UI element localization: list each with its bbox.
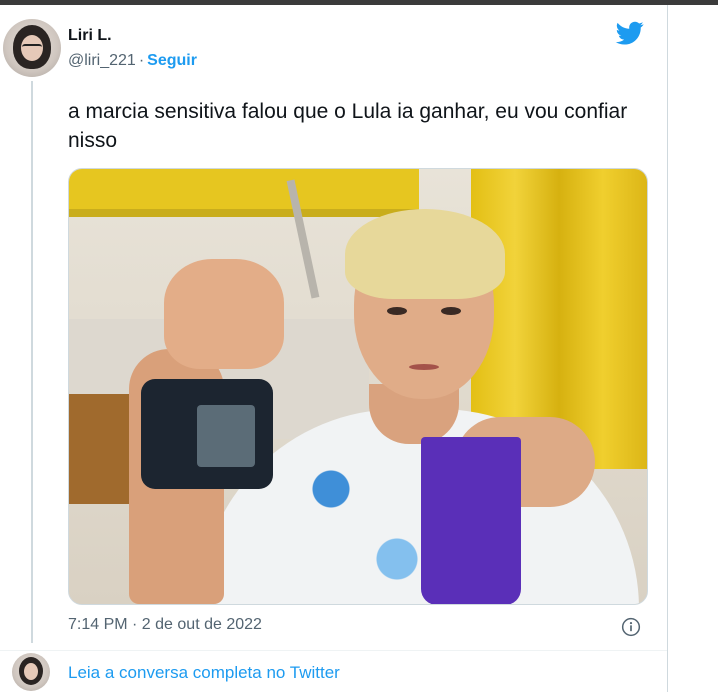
tweet-card: Liri L. @liri_221 · Seguir a marcia sensit… (0, 5, 668, 692)
thread-line (31, 81, 33, 643)
tweet-timestamp[interactable]: 7:14 PM · 2 de out de 2022 (68, 616, 262, 634)
follow-button[interactable]: Seguir (147, 52, 197, 69)
footer-avatar-face (24, 663, 38, 680)
separator-dot: · (138, 52, 145, 69)
footer-divider (0, 650, 667, 651)
photo-left-eye (387, 307, 407, 315)
photo-blonde-hair (345, 209, 505, 299)
photo-shelf-edge (69, 209, 419, 217)
author-name[interactable]: Liri L. (68, 27, 112, 45)
read-conversation-link[interactable]: Leia a conversa completa no Twitter (68, 663, 340, 683)
author-avatar[interactable] (3, 19, 61, 77)
photo-yellow-shelf (69, 169, 419, 209)
info-icon[interactable] (621, 617, 641, 637)
twitter-bird-icon[interactable] (614, 19, 646, 47)
avatar-glasses (22, 44, 42, 51)
author-handle[interactable]: @liri_221 (68, 52, 136, 69)
page-background-right (668, 5, 718, 692)
photo-right-eye (441, 307, 461, 315)
photo-purple-cup (421, 437, 521, 604)
footer-avatar[interactable] (12, 653, 50, 691)
tweet-text: a marcia sensitiva falou que o Lula ia g… (68, 100, 628, 152)
photo-monitor-screen (197, 405, 255, 467)
handle-row: @liri_221 · Seguir (68, 52, 197, 70)
photo-mouth (409, 364, 439, 370)
tweet-photo[interactable] (68, 168, 648, 605)
photo-fist (164, 259, 284, 369)
